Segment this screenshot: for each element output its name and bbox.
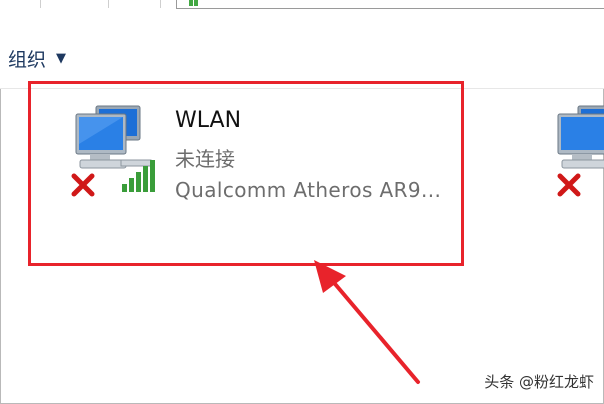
watermark-text: 头条 @粉红龙虾 <box>484 373 594 391</box>
toolbar-separator <box>108 0 109 8</box>
command-bar: 组织 ▼ <box>0 18 604 89</box>
organize-menu-button[interactable]: 组织 ▼ <box>8 45 66 72</box>
network-adapter-icon <box>548 104 604 204</box>
address-bar[interactable] <box>176 0 604 9</box>
title-strip <box>0 0 604 18</box>
highlight-box <box>28 81 464 266</box>
organize-label: 组织 <box>8 49 47 71</box>
network-folder-icon <box>189 0 199 6</box>
chevron-down-icon: ▼ <box>56 51 67 66</box>
toolbar-separator <box>160 0 161 8</box>
toolbar-separator <box>40 0 41 8</box>
